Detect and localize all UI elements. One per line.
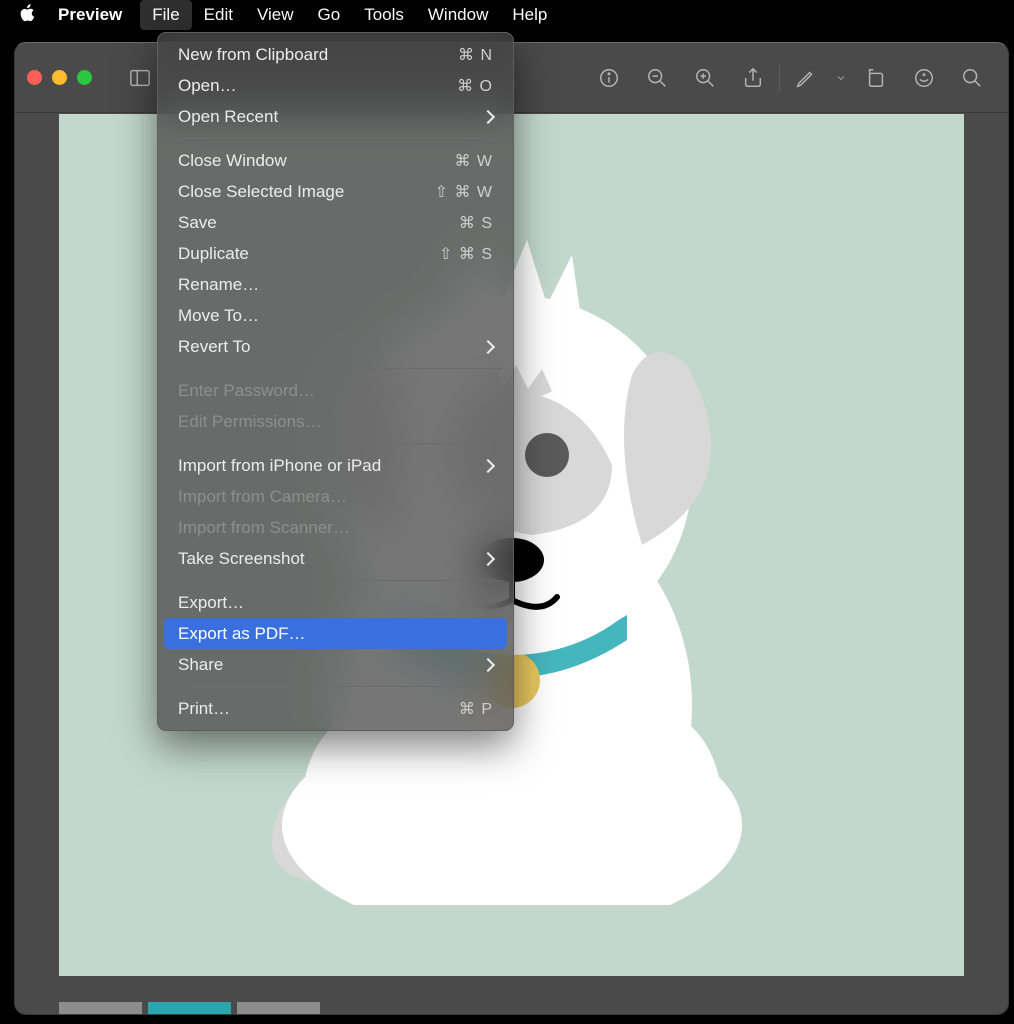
menu-item-label: Print… xyxy=(178,699,459,719)
toolbar-separator xyxy=(779,65,780,91)
menu-item-take-screenshot[interactable]: Take Screenshot xyxy=(158,543,513,574)
zoom-window-button[interactable] xyxy=(77,70,92,85)
thumbnail[interactable] xyxy=(237,1002,320,1014)
menu-item-print[interactable]: Print…⌘ P xyxy=(158,693,513,724)
menu-separator xyxy=(168,686,503,687)
menu-item-move-to[interactable]: Move To… xyxy=(158,300,513,331)
menu-item-import-from-scanner: Import from Scanner… xyxy=(158,512,513,543)
menu-item-revert-to[interactable]: Revert To xyxy=(158,331,513,362)
menu-item-shortcut: ⌘ W xyxy=(454,151,493,171)
menu-item-label: Open Recent xyxy=(178,107,475,127)
thumbnail[interactable] xyxy=(59,1002,142,1014)
menu-item-export-as-pdf[interactable]: Export as PDF… xyxy=(164,618,507,649)
file-menu-dropdown: New from Clipboard⌘ NOpen…⌘ OOpen Recent… xyxy=(157,32,514,731)
menu-go[interactable]: Go xyxy=(306,0,353,30)
menu-separator xyxy=(168,138,503,139)
app-name[interactable]: Preview xyxy=(58,5,122,25)
apple-logo-icon[interactable] xyxy=(18,4,58,27)
menu-item-label: Close Window xyxy=(178,151,454,171)
menu-item-duplicate[interactable]: Duplicate⇧ ⌘ S xyxy=(158,238,513,269)
close-window-button[interactable] xyxy=(27,70,42,85)
markup-pen-icon[interactable] xyxy=(782,58,830,98)
menu-item-label: Take Screenshot xyxy=(178,549,475,569)
menu-item-label: Import from Camera… xyxy=(178,487,493,507)
menu-tools[interactable]: Tools xyxy=(352,0,416,30)
traffic-lights xyxy=(27,70,92,85)
menu-separator xyxy=(168,443,503,444)
menu-separator xyxy=(168,580,503,581)
menu-item-shortcut: ⌘ O xyxy=(457,76,493,96)
menu-view[interactable]: View xyxy=(245,0,306,30)
menu-item-new-from-clipboard[interactable]: New from Clipboard⌘ N xyxy=(158,39,513,70)
menu-item-label: Edit Permissions… xyxy=(178,412,493,432)
rotate-icon[interactable] xyxy=(852,58,900,98)
menu-item-label: Rename… xyxy=(178,275,493,295)
menu-item-import-from-iphone-or-ipad[interactable]: Import from iPhone or iPad xyxy=(158,450,513,481)
info-icon[interactable] xyxy=(585,58,633,98)
menu-item-label: Export… xyxy=(178,593,493,613)
menu-item-label: Move To… xyxy=(178,306,493,326)
menu-item-open[interactable]: Open…⌘ O xyxy=(158,70,513,101)
menu-item-label: Import from iPhone or iPad xyxy=(178,456,475,476)
menu-item-label: Revert To xyxy=(178,337,475,357)
thumbnail-strip[interactable] xyxy=(59,1002,964,1014)
menu-item-share[interactable]: Share xyxy=(158,649,513,680)
menu-item-shortcut: ⌘ N xyxy=(458,45,493,65)
menu-item-edit-permissions: Edit Permissions… xyxy=(158,406,513,437)
menu-item-label: Save xyxy=(178,213,459,233)
menu-item-close-window[interactable]: Close Window⌘ W xyxy=(158,145,513,176)
zoom-in-icon[interactable] xyxy=(681,58,729,98)
menu-edit[interactable]: Edit xyxy=(192,0,245,30)
macos-menubar: Preview File Edit View Go Tools Window H… xyxy=(0,0,1014,30)
menu-item-label: Import from Scanner… xyxy=(178,518,493,538)
menu-item-open-recent[interactable]: Open Recent xyxy=(158,101,513,132)
share-icon[interactable] xyxy=(729,58,777,98)
zoom-out-icon[interactable] xyxy=(633,58,681,98)
menu-item-label: Open… xyxy=(178,76,457,96)
menu-item-shortcut: ⌘ P xyxy=(459,699,493,719)
highlight-icon[interactable] xyxy=(900,58,948,98)
menu-window[interactable]: Window xyxy=(416,0,500,30)
menu-separator xyxy=(168,368,503,369)
menu-item-save[interactable]: Save⌘ S xyxy=(158,207,513,238)
menu-item-close-selected-image[interactable]: Close Selected Image⇧ ⌘ W xyxy=(158,176,513,207)
menu-item-export[interactable]: Export… xyxy=(158,587,513,618)
menu-item-shortcut: ⌘ S xyxy=(459,213,493,233)
menu-item-shortcut: ⇧ ⌘ S xyxy=(439,244,493,264)
search-icon[interactable] xyxy=(948,58,996,98)
menu-item-label: Duplicate xyxy=(178,244,439,264)
menu-item-shortcut: ⇧ ⌘ W xyxy=(435,182,493,202)
menu-item-label: Enter Password… xyxy=(178,381,493,401)
menu-item-label: Export as PDF… xyxy=(178,624,493,644)
minimize-window-button[interactable] xyxy=(52,70,67,85)
menu-item-label: Share xyxy=(178,655,475,675)
menu-item-enter-password: Enter Password… xyxy=(158,375,513,406)
menu-item-label: New from Clipboard xyxy=(178,45,458,65)
markup-chevron-icon[interactable] xyxy=(830,58,852,98)
menu-help[interactable]: Help xyxy=(500,0,559,30)
menu-item-import-from-camera: Import from Camera… xyxy=(158,481,513,512)
menu-item-rename[interactable]: Rename… xyxy=(158,269,513,300)
thumbnail-selected[interactable] xyxy=(148,1002,231,1014)
menu-item-label: Close Selected Image xyxy=(178,182,435,202)
menu-file[interactable]: File xyxy=(140,0,191,30)
